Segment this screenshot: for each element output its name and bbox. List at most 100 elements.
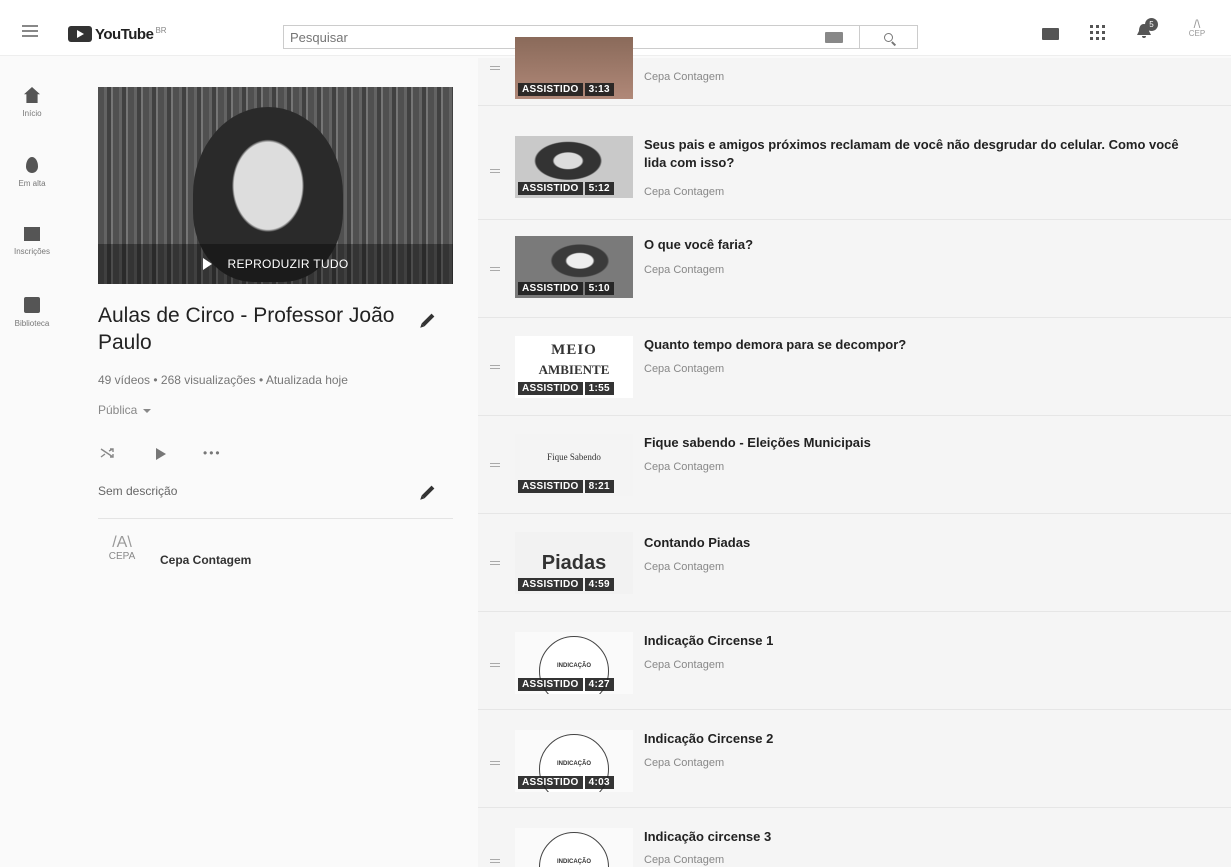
sidebar-item-home[interactable]: Início xyxy=(0,87,64,118)
watched-label: ASSISTIDO xyxy=(518,578,583,591)
video-title[interactable]: O que você faria? xyxy=(644,236,1204,254)
watched-badge: ASSISTIDO 3:13 xyxy=(518,83,614,96)
video-title[interactable]: Fique sabendo - Eleições Municipais xyxy=(644,434,1204,452)
privacy-label: Pública xyxy=(98,403,138,417)
thumbnail-text: INDICAÇÃO xyxy=(557,761,591,767)
sidebar-item-label: Inscrições xyxy=(13,247,50,256)
menu-icon[interactable] xyxy=(22,25,38,37)
video-title[interactable]: Contando Piadas xyxy=(644,534,1204,552)
channel-name[interactable]: Cepa Contagem xyxy=(644,461,724,473)
playlist-stats: 49 vídeos • 268 visualizações • Atualiza… xyxy=(98,373,348,387)
video-title[interactable]: Indicação Circense 2 xyxy=(644,730,1204,748)
video-thumbnail[interactable]: ASSISTIDO 5:10 xyxy=(515,236,633,298)
divider xyxy=(98,518,453,519)
drag-handle-icon[interactable] xyxy=(490,561,500,567)
thumbnail-text: INDICAÇÃO xyxy=(557,663,591,669)
drag-handle-icon[interactable] xyxy=(490,66,500,72)
video-title[interactable]: Indicação circense 3 xyxy=(644,828,1204,846)
youtube-logo[interactable]: YouTube BR xyxy=(68,26,167,43)
library-icon xyxy=(24,297,40,313)
channel-name[interactable]: Cepa Contagem xyxy=(644,71,724,83)
channel-name[interactable]: Cepa Contagem xyxy=(644,854,724,866)
duration-label: 3:13 xyxy=(584,83,614,96)
privacy-dropdown[interactable]: Pública xyxy=(98,403,152,417)
video-thumbnail[interactable]: ASSISTIDO 5:12 xyxy=(515,136,633,198)
thumbnail-text: INDICAÇÃO xyxy=(557,859,591,865)
caret-down-icon xyxy=(143,408,152,413)
owner-logo-text: CEPA xyxy=(108,551,136,562)
play-all-button[interactable]: REPRODUZIR TUDO xyxy=(98,244,453,284)
duration-label: 5:12 xyxy=(584,182,614,195)
video-thumbnail[interactable]: ASSISTIDO 3:13 xyxy=(515,37,633,99)
shuffle-icon[interactable] xyxy=(100,447,114,459)
edit-title-icon[interactable] xyxy=(421,313,435,327)
youtube-play-icon xyxy=(68,26,92,42)
duration-label: 4:27 xyxy=(584,678,614,691)
video-thumbnail[interactable]: MEIO AMBIENTE ASSISTIDO 1:55 xyxy=(515,336,633,398)
drag-handle-icon[interactable] xyxy=(490,761,500,767)
drag-handle-icon[interactable] xyxy=(490,663,500,669)
watched-badge: ASSISTIDO 4:27 xyxy=(518,678,614,691)
video-thumbnail[interactable]: INDICAÇÃO ASSISTIDO 4:27 xyxy=(515,632,633,694)
duration-label: 5:10 xyxy=(584,282,614,295)
channel-name[interactable]: Cepa Contagem xyxy=(644,757,724,769)
video-title[interactable]: Indicação Circense 1 xyxy=(644,632,1204,650)
logo-text: YouTube xyxy=(95,26,154,43)
sidebar-item-label: Biblioteca xyxy=(14,319,50,328)
video-title[interactable]: Seus pais e amigos próximos reclamam de … xyxy=(644,136,1204,172)
more-options-icon[interactable]: ••• xyxy=(203,446,222,460)
sidebar-item-trending[interactable]: Em alta xyxy=(0,157,64,188)
thumbnail-text: MEIO xyxy=(551,342,597,358)
video-title[interactable]: Quanto tempo demora para se decompor? xyxy=(644,336,1204,354)
list-item[interactable]: INDICAÇÃO Indicação circense 3 Cepa Cont… xyxy=(478,808,1231,867)
playlist-video-list: ASSISTIDO 3:13 Cepa Contagem ASSISTIDO 5:1… xyxy=(478,37,1231,867)
drag-handle-icon[interactable] xyxy=(490,267,500,273)
channel-name[interactable]: Cepa Contagem xyxy=(644,264,724,276)
playlist-description: Sem descrição xyxy=(98,484,178,498)
list-item[interactable]: INDICAÇÃO ASSISTIDO 4:03 Indicação Circen… xyxy=(478,710,1231,808)
drag-handle-icon[interactable] xyxy=(490,463,500,469)
watched-label: ASSISTIDO xyxy=(518,382,583,395)
channel-name[interactable]: Cepa Contagem xyxy=(644,561,724,573)
owner-avatar[interactable]: /A\ CEPA xyxy=(102,535,142,575)
channel-name[interactable]: Cepa Contagem xyxy=(644,186,724,198)
drag-handle-icon[interactable] xyxy=(490,169,500,175)
list-item[interactable]: ASSISTIDO 3:13 Cepa Contagem xyxy=(478,8,1231,106)
video-thumbnail[interactable]: INDICAÇÃO ASSISTIDO 4:03 xyxy=(515,730,633,792)
list-item[interactable]: INDICAÇÃO ASSISTIDO 4:27 Indicação Circen… xyxy=(478,612,1231,710)
share-icon[interactable] xyxy=(156,448,166,460)
drag-handle-icon[interactable] xyxy=(490,365,500,371)
sidebar-item-label: Em alta xyxy=(18,179,46,188)
video-thumbnail[interactable]: INDICAÇÃO xyxy=(515,828,633,867)
thumbnail-circle: INDICAÇÃO xyxy=(539,832,609,867)
watched-badge: ASSISTIDO 5:12 xyxy=(518,182,614,195)
watched-label: ASSISTIDO xyxy=(518,480,583,493)
playlist-title: Aulas de Circo - Professor João Paulo xyxy=(98,304,395,354)
play-icon xyxy=(202,258,212,270)
fire-icon xyxy=(26,157,38,173)
list-item[interactable]: MEIO AMBIENTE ASSISTIDO 1:55 Quanto tempo… xyxy=(478,318,1231,416)
owner-name[interactable]: Cepa Contagem xyxy=(160,553,251,567)
watched-label: ASSISTIDO xyxy=(518,678,583,691)
watched-badge: ASSISTIDO 5:10 xyxy=(518,282,614,295)
sidebar-item-subscriptions[interactable]: Inscrições xyxy=(0,227,64,256)
channel-name[interactable]: Cepa Contagem xyxy=(644,363,724,375)
playlist-thumbnail[interactable]: REPRODUZIR TUDO xyxy=(98,87,453,284)
video-thumbnail[interactable]: Fique Sabendo ASSISTIDO 8:21 xyxy=(515,434,633,496)
watched-label: ASSISTIDO xyxy=(518,182,583,195)
video-thumbnail[interactable]: Piadas ASSISTIDO 4:59 xyxy=(515,532,633,594)
duration-label: 4:59 xyxy=(584,578,614,591)
list-item[interactable]: Fique Sabendo ASSISTIDO 8:21 Fique sabend… xyxy=(478,416,1231,514)
edit-description-icon[interactable] xyxy=(421,485,435,499)
list-item[interactable]: ASSISTIDO 5:12 Seus pais e amigos próximo… xyxy=(478,122,1231,220)
drag-handle-icon[interactable] xyxy=(490,859,500,865)
list-item[interactable]: ASSISTIDO 5:10 O que você faria? Cepa Con… xyxy=(478,220,1231,318)
thumbnail-text: Piadas xyxy=(541,552,607,574)
duration-label: 8:21 xyxy=(584,480,614,493)
home-icon xyxy=(24,87,40,103)
watched-badge: ASSISTIDO 4:59 xyxy=(518,578,614,591)
list-item[interactable]: Piadas ASSISTIDO 4:59 Contando Piadas Cep… xyxy=(478,514,1231,612)
sidebar-item-library[interactable]: Biblioteca xyxy=(0,297,64,328)
channel-name[interactable]: Cepa Contagem xyxy=(644,659,724,671)
cepa-logo-icon: /A\ xyxy=(112,534,132,551)
